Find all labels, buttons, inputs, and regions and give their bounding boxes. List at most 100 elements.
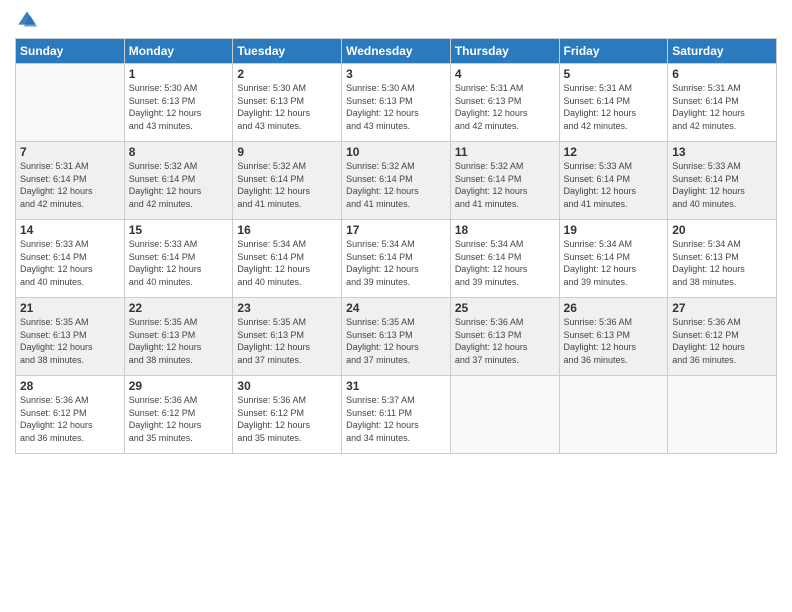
day-info: Sunrise: 5:34 AM Sunset: 6:14 PM Dayligh… (564, 238, 664, 288)
calendar-cell: 5Sunrise: 5:31 AM Sunset: 6:14 PM Daylig… (559, 64, 668, 142)
logo (15, 10, 41, 30)
day-number: 7 (20, 145, 120, 159)
calendar-cell: 22Sunrise: 5:35 AM Sunset: 6:13 PM Dayli… (124, 298, 233, 376)
calendar-cell: 18Sunrise: 5:34 AM Sunset: 6:14 PM Dayli… (450, 220, 559, 298)
day-info: Sunrise: 5:34 AM Sunset: 6:14 PM Dayligh… (455, 238, 555, 288)
day-info: Sunrise: 5:36 AM Sunset: 6:13 PM Dayligh… (455, 316, 555, 366)
header-thursday: Thursday (450, 39, 559, 64)
calendar-cell: 6Sunrise: 5:31 AM Sunset: 6:14 PM Daylig… (668, 64, 777, 142)
day-number: 14 (20, 223, 120, 237)
day-number: 23 (237, 301, 337, 315)
day-info: Sunrise: 5:36 AM Sunset: 6:12 PM Dayligh… (237, 394, 337, 444)
day-info: Sunrise: 5:34 AM Sunset: 6:13 PM Dayligh… (672, 238, 772, 288)
calendar-cell: 15Sunrise: 5:33 AM Sunset: 6:14 PM Dayli… (124, 220, 233, 298)
day-info: Sunrise: 5:36 AM Sunset: 6:12 PM Dayligh… (20, 394, 120, 444)
calendar-cell: 8Sunrise: 5:32 AM Sunset: 6:14 PM Daylig… (124, 142, 233, 220)
day-info: Sunrise: 5:33 AM Sunset: 6:14 PM Dayligh… (564, 160, 664, 210)
calendar-week-1: 1Sunrise: 5:30 AM Sunset: 6:13 PM Daylig… (16, 64, 777, 142)
day-info: Sunrise: 5:33 AM Sunset: 6:14 PM Dayligh… (20, 238, 120, 288)
calendar-cell: 23Sunrise: 5:35 AM Sunset: 6:13 PM Dayli… (233, 298, 342, 376)
header-sunday: Sunday (16, 39, 125, 64)
calendar-cell: 12Sunrise: 5:33 AM Sunset: 6:14 PM Dayli… (559, 142, 668, 220)
day-info: Sunrise: 5:31 AM Sunset: 6:14 PM Dayligh… (20, 160, 120, 210)
calendar-cell (668, 376, 777, 454)
day-number: 2 (237, 67, 337, 81)
calendar-cell: 7Sunrise: 5:31 AM Sunset: 6:14 PM Daylig… (16, 142, 125, 220)
day-info: Sunrise: 5:34 AM Sunset: 6:14 PM Dayligh… (237, 238, 337, 288)
calendar-cell: 28Sunrise: 5:36 AM Sunset: 6:12 PM Dayli… (16, 376, 125, 454)
header-friday: Friday (559, 39, 668, 64)
day-info: Sunrise: 5:33 AM Sunset: 6:14 PM Dayligh… (672, 160, 772, 210)
day-info: Sunrise: 5:32 AM Sunset: 6:14 PM Dayligh… (346, 160, 446, 210)
day-info: Sunrise: 5:36 AM Sunset: 6:12 PM Dayligh… (672, 316, 772, 366)
calendar-cell (16, 64, 125, 142)
day-number: 20 (672, 223, 772, 237)
day-number: 28 (20, 379, 120, 393)
calendar-week-2: 7Sunrise: 5:31 AM Sunset: 6:14 PM Daylig… (16, 142, 777, 220)
day-number: 25 (455, 301, 555, 315)
header (15, 10, 777, 30)
day-info: Sunrise: 5:37 AM Sunset: 6:11 PM Dayligh… (346, 394, 446, 444)
calendar-cell: 9Sunrise: 5:32 AM Sunset: 6:14 PM Daylig… (233, 142, 342, 220)
day-number: 26 (564, 301, 664, 315)
calendar-cell: 16Sunrise: 5:34 AM Sunset: 6:14 PM Dayli… (233, 220, 342, 298)
calendar-cell: 31Sunrise: 5:37 AM Sunset: 6:11 PM Dayli… (342, 376, 451, 454)
calendar-cell: 1Sunrise: 5:30 AM Sunset: 6:13 PM Daylig… (124, 64, 233, 142)
day-info: Sunrise: 5:35 AM Sunset: 6:13 PM Dayligh… (20, 316, 120, 366)
calendar-table: Sunday Monday Tuesday Wednesday Thursday… (15, 38, 777, 454)
day-number: 10 (346, 145, 446, 159)
calendar-week-4: 21Sunrise: 5:35 AM Sunset: 6:13 PM Dayli… (16, 298, 777, 376)
day-info: Sunrise: 5:32 AM Sunset: 6:14 PM Dayligh… (237, 160, 337, 210)
day-number: 21 (20, 301, 120, 315)
calendar-week-3: 14Sunrise: 5:33 AM Sunset: 6:14 PM Dayli… (16, 220, 777, 298)
day-number: 22 (129, 301, 229, 315)
day-number: 12 (564, 145, 664, 159)
day-info: Sunrise: 5:33 AM Sunset: 6:14 PM Dayligh… (129, 238, 229, 288)
day-number: 17 (346, 223, 446, 237)
calendar-cell: 14Sunrise: 5:33 AM Sunset: 6:14 PM Dayli… (16, 220, 125, 298)
day-number: 15 (129, 223, 229, 237)
day-info: Sunrise: 5:32 AM Sunset: 6:14 PM Dayligh… (455, 160, 555, 210)
calendar-cell: 13Sunrise: 5:33 AM Sunset: 6:14 PM Dayli… (668, 142, 777, 220)
day-number: 29 (129, 379, 229, 393)
day-info: Sunrise: 5:35 AM Sunset: 6:13 PM Dayligh… (129, 316, 229, 366)
day-number: 6 (672, 67, 772, 81)
day-number: 30 (237, 379, 337, 393)
calendar-cell: 21Sunrise: 5:35 AM Sunset: 6:13 PM Dayli… (16, 298, 125, 376)
day-info: Sunrise: 5:30 AM Sunset: 6:13 PM Dayligh… (129, 82, 229, 132)
day-number: 13 (672, 145, 772, 159)
calendar-cell: 30Sunrise: 5:36 AM Sunset: 6:12 PM Dayli… (233, 376, 342, 454)
day-number: 19 (564, 223, 664, 237)
header-monday: Monday (124, 39, 233, 64)
calendar-cell: 26Sunrise: 5:36 AM Sunset: 6:13 PM Dayli… (559, 298, 668, 376)
header-saturday: Saturday (668, 39, 777, 64)
day-number: 31 (346, 379, 446, 393)
weekday-header-row: Sunday Monday Tuesday Wednesday Thursday… (16, 39, 777, 64)
calendar-cell: 29Sunrise: 5:36 AM Sunset: 6:12 PM Dayli… (124, 376, 233, 454)
calendar-week-5: 28Sunrise: 5:36 AM Sunset: 6:12 PM Dayli… (16, 376, 777, 454)
calendar-cell: 25Sunrise: 5:36 AM Sunset: 6:13 PM Dayli… (450, 298, 559, 376)
calendar-cell: 17Sunrise: 5:34 AM Sunset: 6:14 PM Dayli… (342, 220, 451, 298)
day-info: Sunrise: 5:36 AM Sunset: 6:13 PM Dayligh… (564, 316, 664, 366)
day-number: 18 (455, 223, 555, 237)
day-info: Sunrise: 5:30 AM Sunset: 6:13 PM Dayligh… (346, 82, 446, 132)
day-info: Sunrise: 5:34 AM Sunset: 6:14 PM Dayligh… (346, 238, 446, 288)
calendar-cell: 24Sunrise: 5:35 AM Sunset: 6:13 PM Dayli… (342, 298, 451, 376)
day-info: Sunrise: 5:31 AM Sunset: 6:14 PM Dayligh… (672, 82, 772, 132)
day-info: Sunrise: 5:30 AM Sunset: 6:13 PM Dayligh… (237, 82, 337, 132)
day-number: 27 (672, 301, 772, 315)
day-info: Sunrise: 5:31 AM Sunset: 6:13 PM Dayligh… (455, 82, 555, 132)
day-info: Sunrise: 5:35 AM Sunset: 6:13 PM Dayligh… (237, 316, 337, 366)
calendar-cell: 4Sunrise: 5:31 AM Sunset: 6:13 PM Daylig… (450, 64, 559, 142)
calendar-cell: 10Sunrise: 5:32 AM Sunset: 6:14 PM Dayli… (342, 142, 451, 220)
calendar-cell: 20Sunrise: 5:34 AM Sunset: 6:13 PM Dayli… (668, 220, 777, 298)
calendar-cell: 11Sunrise: 5:32 AM Sunset: 6:14 PM Dayli… (450, 142, 559, 220)
calendar-cell (450, 376, 559, 454)
header-tuesday: Tuesday (233, 39, 342, 64)
day-info: Sunrise: 5:32 AM Sunset: 6:14 PM Dayligh… (129, 160, 229, 210)
day-number: 5 (564, 67, 664, 81)
calendar-cell: 19Sunrise: 5:34 AM Sunset: 6:14 PM Dayli… (559, 220, 668, 298)
day-number: 11 (455, 145, 555, 159)
day-number: 24 (346, 301, 446, 315)
day-number: 3 (346, 67, 446, 81)
